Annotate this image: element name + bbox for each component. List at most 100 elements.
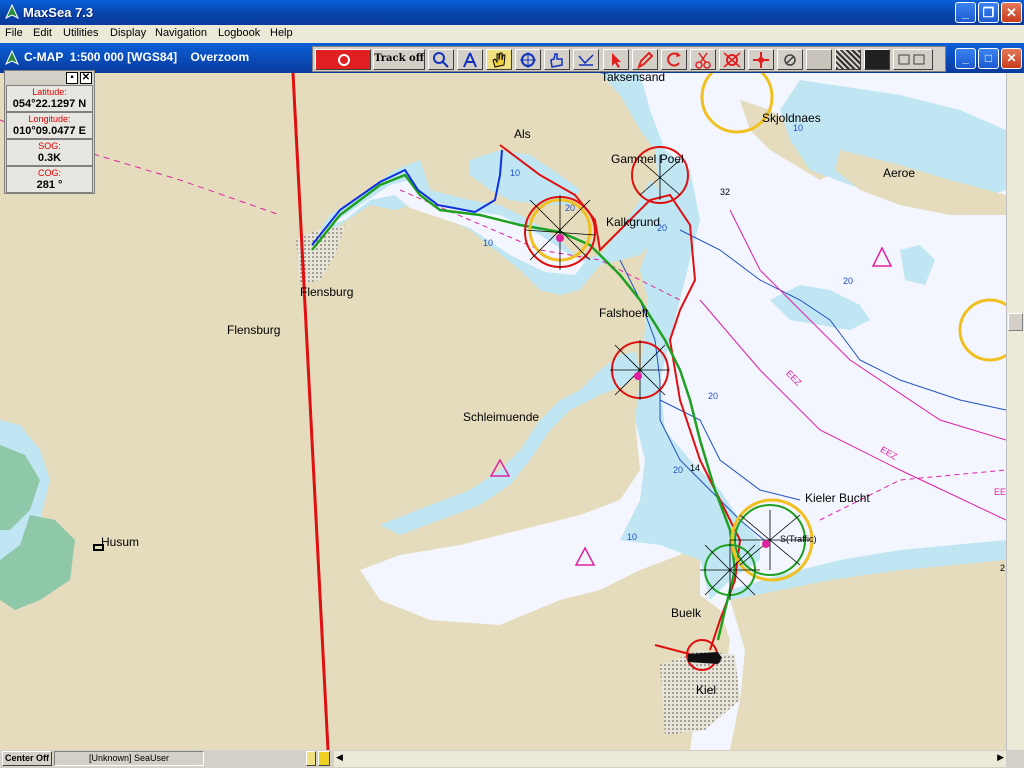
- depth-14: 14: [690, 463, 701, 473]
- maxsea-logo-icon: [4, 4, 20, 20]
- pencil-tool-button[interactable]: [632, 49, 658, 70]
- depth-10d: 10: [627, 532, 638, 542]
- stop-icon: [784, 54, 796, 66]
- label-als: Als: [514, 127, 531, 141]
- menu-edit[interactable]: Edit: [33, 27, 52, 39]
- chart-close-button[interactable]: ✕: [1001, 48, 1022, 69]
- mob-tool-button[interactable]: [719, 49, 745, 70]
- label-gammel-poel: Gammel Poel: [611, 152, 684, 166]
- crosshair-icon: [520, 52, 536, 68]
- display-mode-button[interactable]: [893, 49, 933, 70]
- arrow-tool-button[interactable]: [603, 49, 629, 70]
- buoy-3: [762, 540, 770, 548]
- zoom-button[interactable]: [428, 49, 454, 70]
- depth-2: 2: [1000, 563, 1006, 573]
- dark-tool-button[interactable]: [864, 49, 890, 70]
- vessel-icon: [688, 652, 722, 664]
- status-indicator-2[interactable]: [318, 751, 330, 766]
- route-icon: [578, 54, 594, 66]
- lighthouse-falshoeft: [610, 340, 670, 400]
- latitude-cell: Latitude: 054°22.1297 N: [6, 85, 93, 112]
- pan-button[interactable]: [486, 49, 512, 70]
- stop-tool-button[interactable]: [777, 49, 803, 70]
- cog-cell: COG: 281 °: [6, 166, 93, 193]
- center-button[interactable]: [515, 49, 541, 70]
- vertical-scrollbar[interactable]: [1006, 73, 1024, 750]
- minimize-button[interactable]: _: [955, 2, 976, 23]
- label-husum: Husum: [101, 535, 140, 549]
- menu-help[interactable]: Help: [270, 27, 293, 39]
- chart-maximize-button[interactable]: □: [978, 48, 999, 69]
- info-panel-minimize-button[interactable]: ▪: [66, 72, 78, 84]
- info-panel-close-button[interactable]: ✕: [80, 72, 92, 84]
- label-taksensand: Taksensand: [601, 73, 666, 84]
- longitude-label: Longitude:: [28, 114, 71, 124]
- depth-10a: 10: [793, 123, 804, 133]
- center-off-button[interactable]: Center Off: [2, 751, 52, 766]
- magnifier-icon: [433, 52, 449, 68]
- land-mainland-west: [0, 73, 700, 750]
- depth-20e: 20: [673, 465, 684, 475]
- depth-10c: 10: [510, 168, 521, 178]
- depth-20a: 20: [843, 276, 854, 286]
- label-falshoeft: Falshoeft: [599, 306, 649, 320]
- menu-navigation[interactable]: Navigation: [155, 27, 207, 39]
- blank-tool-button[interactable]: [806, 49, 832, 70]
- cog-value: 281 °: [36, 179, 63, 191]
- buoy-2: [634, 372, 642, 380]
- menu-file[interactable]: File: [5, 27, 23, 39]
- info-panel-header: ▪ ✕: [5, 71, 94, 85]
- close-button[interactable]: ✕: [1001, 2, 1022, 23]
- rotate-tool-button[interactable]: [661, 49, 687, 70]
- lighthouse-buelk: [700, 540, 760, 600]
- chart-toolbar: Track off: [312, 46, 946, 72]
- scissors-icon: [695, 52, 711, 69]
- scroll-right-icon[interactable]: ▶: [997, 752, 1004, 763]
- label-skjoldnaes: Skjoldnaes: [762, 111, 821, 125]
- select-hand-button[interactable]: [544, 49, 570, 70]
- label-flensburg-town: Flensburg: [300, 285, 354, 299]
- cmap-icon: [4, 50, 20, 66]
- menu-utilities[interactable]: Utilities: [63, 27, 98, 39]
- depth-20d: 20: [708, 391, 719, 401]
- buoy-1: [556, 234, 564, 242]
- longitude-value: 010°09.0477 E: [13, 125, 86, 137]
- cut-tool-button[interactable]: [690, 49, 716, 70]
- menu-bar: File Edit Utilities Display Navigation L…: [0, 25, 1024, 43]
- route-tool-button[interactable]: [573, 49, 599, 70]
- vertical-scroll-thumb[interactable]: [1008, 313, 1023, 331]
- label-traffic: S(Traffic): [780, 534, 817, 544]
- user-status: [Unknown] SeaUser: [54, 751, 204, 766]
- record-button[interactable]: [315, 49, 371, 70]
- position-info-panel: ▪ ✕ Latitude: 054°22.1297 N Longitude: 0…: [4, 70, 95, 194]
- restore-button[interactable]: ❐: [978, 2, 999, 23]
- track-off-button[interactable]: Track off: [373, 49, 425, 70]
- pattern-tool-button[interactable]: [835, 49, 861, 70]
- status-bar: Center Off [Unknown] SeaUser ◀ ▶: [0, 750, 1024, 768]
- sog-value: 0.3K: [37, 152, 62, 164]
- husum-marker-icon: [93, 544, 104, 551]
- target-icon: [723, 52, 741, 68]
- chart-minimize-button[interactable]: _: [955, 48, 976, 69]
- status-indicator-1[interactable]: [306, 751, 316, 766]
- chart-map[interactable]: Taksensand Skjoldnaes Als Gammel Poel Ae…: [0, 73, 1006, 750]
- label-kalkgrund: Kalkgrund: [606, 215, 661, 229]
- pencil-icon: [637, 51, 654, 69]
- menu-logbook[interactable]: Logbook: [218, 27, 260, 39]
- label-aeroe: Aeroe: [883, 166, 916, 180]
- eez-label-3: EE: [994, 487, 1006, 497]
- longitude-cell: Longitude: 010°09.0477 E: [6, 112, 93, 139]
- compass-button[interactable]: [457, 49, 483, 70]
- sog-label: SOG:: [38, 141, 61, 151]
- move-arrows-icon: [753, 52, 769, 68]
- menu-display[interactable]: Display: [110, 27, 146, 39]
- label-flensburg-region: Flensburg: [227, 323, 281, 337]
- title-bar: MaxSea 7.3 _ ❐ ✕: [0, 0, 1024, 25]
- hand-icon: [492, 52, 506, 68]
- arrow-cursor-icon: [612, 53, 621, 68]
- horizontal-scrollbar[interactable]: ◀ ▶: [334, 751, 1006, 767]
- cog-label: COG:: [37, 168, 61, 178]
- move-tool-button[interactable]: [748, 49, 774, 70]
- scroll-left-icon[interactable]: ◀: [336, 752, 343, 763]
- depth-10b: 10: [483, 238, 494, 248]
